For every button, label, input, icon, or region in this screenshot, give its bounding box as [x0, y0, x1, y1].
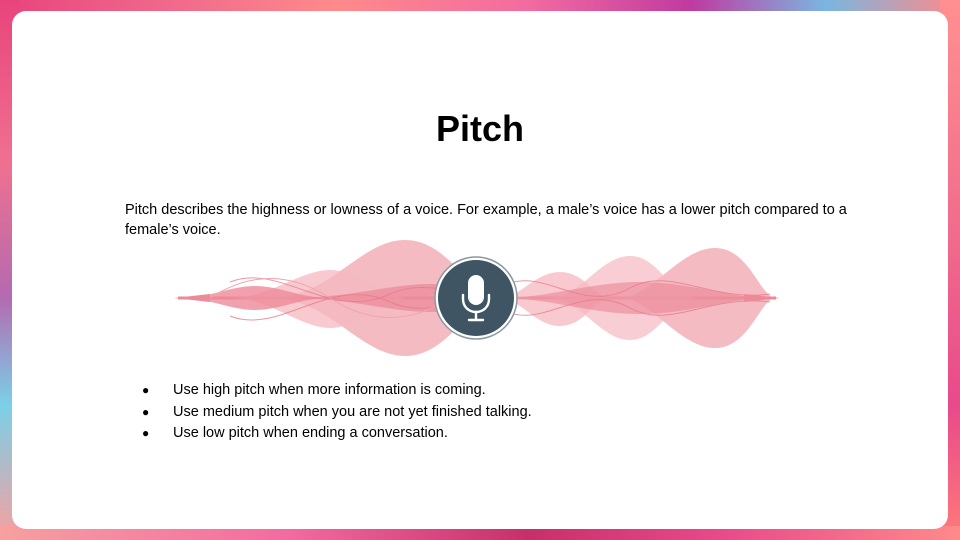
bullet-text: Use high pitch when more information is …: [173, 382, 486, 398]
bullet-text: Use low pitch when ending a conversation…: [173, 425, 448, 441]
bullet-glyph: ●: [142, 383, 150, 397]
bullet-list: ● Use high pitch when more information is…: [140, 380, 532, 445]
bullet-text: Use medium pitch when you are not yet fi…: [173, 403, 532, 420]
bullet-glyph: ●: [142, 404, 150, 419]
bullet-glyph: ●: [142, 426, 150, 440]
slide-title: Pitch: [435, 108, 524, 149]
wave-tip-left: [174, 294, 210, 302]
microphone-badge: [434, 256, 518, 340]
bullet-item: ● Use medium pitch when you are not yet f…: [140, 402, 532, 424]
bullet-item: ● Use high pitch when more information is…: [140, 380, 532, 402]
bullet-item: ● Use low pitch when ending a conversatio…: [140, 423, 532, 445]
